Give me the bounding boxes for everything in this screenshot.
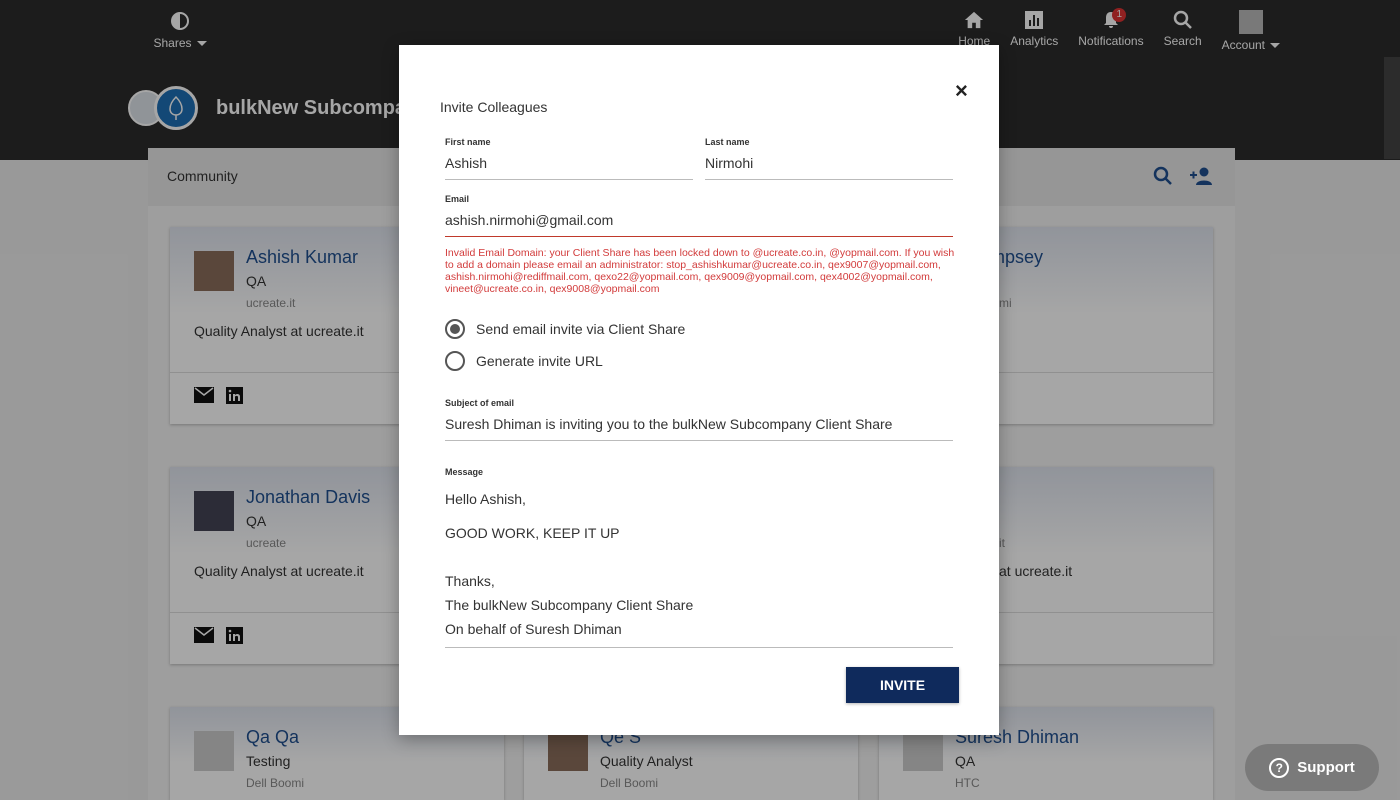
radio-generate-url[interactable]: Generate invite URL: [445, 351, 603, 371]
close-icon[interactable]: ×: [955, 78, 968, 104]
last-name-field: Last name: [705, 137, 953, 180]
email-label: Email: [445, 194, 470, 204]
invite-dialog: Invite Colleagues × First name Last name…: [399, 45, 999, 735]
email-input[interactable]: [445, 212, 953, 237]
first-name-label: First name: [445, 137, 491, 147]
message-label: Message: [445, 467, 484, 477]
first-name-input[interactable]: [445, 155, 693, 180]
radio-send-email-label: Send email invite via Client Share: [476, 321, 686, 337]
dialog-title: Invite Colleagues: [440, 99, 548, 115]
support-button[interactable]: ? Support: [1245, 744, 1379, 791]
invite-button[interactable]: INVITE: [846, 667, 959, 703]
message-field: Message Hello Ashish, GOOD WORK, KEEP IT…: [445, 467, 953, 648]
last-name-label: Last name: [705, 137, 750, 147]
email-field: Email: [445, 194, 953, 237]
subject-label: Subject of email: [445, 398, 515, 408]
help-icon: ?: [1269, 757, 1290, 778]
subject-input[interactable]: [445, 416, 953, 441]
message-line: On behalf of Suresh Dhiman: [445, 621, 622, 637]
message-line: Hello Ashish,: [445, 491, 526, 507]
support-label: Support: [1297, 759, 1355, 776]
first-name-field: First name: [445, 137, 693, 180]
radio-selected-icon[interactable]: [445, 319, 465, 339]
message-line: GOOD WORK, KEEP IT UP: [445, 525, 620, 541]
message-line: The bulkNew Subcompany Client Share: [445, 597, 694, 613]
radio-generate-url-label: Generate invite URL: [476, 353, 603, 369]
message-textarea[interactable]: Hello Ashish, GOOD WORK, KEEP IT UP Than…: [445, 487, 953, 648]
subject-field: Subject of email: [445, 398, 953, 441]
radio-unselected-icon[interactable]: [445, 351, 465, 371]
email-error-message: Invalid Email Domain: your Client Share …: [445, 247, 955, 295]
message-line: Thanks,: [445, 573, 495, 589]
radio-send-email[interactable]: Send email invite via Client Share: [445, 319, 685, 339]
last-name-input[interactable]: [705, 155, 953, 180]
